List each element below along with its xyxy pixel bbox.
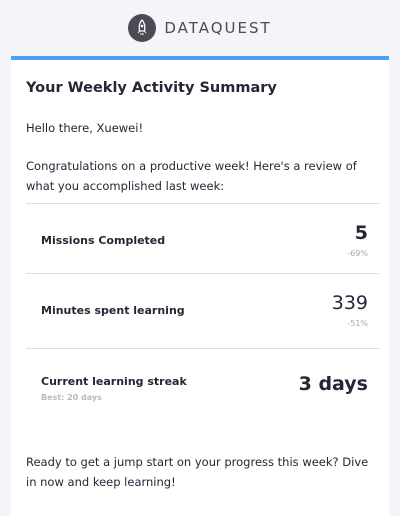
- summary-card: Your Weekly Activity Summary Hello there…: [11, 56, 389, 516]
- stat-label: Minutes spent learning: [41, 304, 185, 317]
- stat-label: Missions Completed: [41, 234, 166, 247]
- stat-row-streak: Current learning streak Best: 20 days 3 …: [26, 348, 379, 428]
- page-title: Your Weekly Activity Summary: [26, 80, 277, 96]
- stat-change: -51%: [347, 319, 368, 328]
- outro-text: Ready to get a jump start on your progre…: [26, 455, 369, 489]
- stat-best: Best: 20 days: [41, 393, 102, 402]
- stat-value: 3 days: [298, 373, 368, 395]
- brand-name: DATAQUEST: [164, 19, 272, 37]
- stat-label: Current learning streak: [41, 375, 187, 388]
- intro-text: Congratulations on a productive week! He…: [26, 159, 357, 193]
- email-header: DATAQUEST: [0, 0, 400, 56]
- stat-row-minutes: Minutes spent learning 339 -51%: [26, 273, 379, 348]
- greeting: Hello there, Xuewei!: [26, 121, 144, 135]
- stat-value: 5: [354, 222, 368, 244]
- stat-row-missions: Missions Completed 5 -69%: [26, 203, 379, 273]
- stat-value: 339: [331, 292, 368, 314]
- stat-change: -69%: [347, 249, 368, 258]
- rocket-icon: [128, 14, 157, 42]
